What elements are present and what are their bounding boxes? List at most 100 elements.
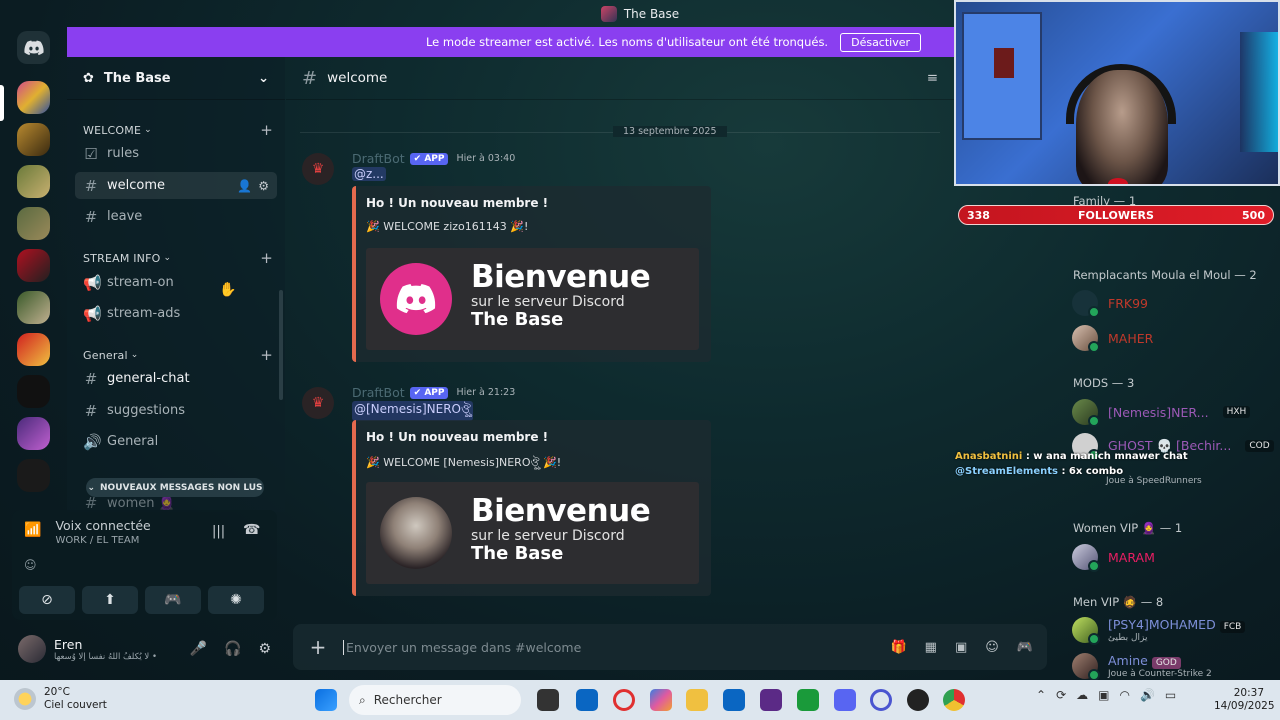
opera-icon[interactable] xyxy=(613,689,635,711)
server-icon[interactable] xyxy=(17,81,50,114)
disable-streamer-mode-button[interactable]: Désactiver xyxy=(840,32,922,52)
message-time: Hier à 03:40 xyxy=(456,153,516,164)
chevron-up-icon[interactable]: ⌃ xyxy=(1036,688,1046,702)
selected-server-pill xyxy=(0,85,4,121)
avatar[interactable] xyxy=(18,635,46,663)
channel-stream-ads[interactable]: 📢 stream-ads xyxy=(75,300,277,327)
file-explorer-icon[interactable] xyxy=(686,689,708,711)
welcome-image[interactable]: Bienvenue sur le serveur Discord The Bas… xyxy=(366,482,699,584)
weather-widget[interactable]: 20°C Ciel couvert xyxy=(14,686,107,712)
voice-channel[interactable]: WORK / EL TEAM xyxy=(55,535,150,546)
channel-suggestions[interactable]: # suggestions xyxy=(75,397,277,424)
discord-home-icon[interactable] xyxy=(17,31,50,64)
discord-icon[interactable] xyxy=(834,689,856,711)
mouse-cursor-icon: ✋ xyxy=(219,282,237,298)
start-menu-icon[interactable] xyxy=(315,689,337,711)
camera-off-button[interactable]: ⊘ xyxy=(19,586,75,614)
server-icon[interactable] xyxy=(17,459,50,492)
noise-suppression-icon[interactable]: ||| xyxy=(212,524,225,539)
channel-rules[interactable]: ☑ rules xyxy=(75,140,277,167)
category-general[interactable]: General ⌄ + xyxy=(83,346,273,364)
invite-icon[interactable]: 👤 xyxy=(237,179,252,193)
gear-icon[interactable]: ⚙ xyxy=(258,641,271,657)
sidebar-scrollbar[interactable] xyxy=(279,290,283,400)
opera-gx-icon[interactable] xyxy=(870,689,892,711)
copilot-icon[interactable] xyxy=(650,689,672,711)
wifi-icon[interactable]: ◠ xyxy=(1119,688,1129,702)
rules-icon: ☑ xyxy=(84,144,98,163)
taskbar-search[interactable]: ⌕ Rechercher xyxy=(349,685,521,715)
gift-icon[interactable]: 🎁 xyxy=(890,640,906,655)
server-icon[interactable] xyxy=(17,291,50,324)
server-icon[interactable] xyxy=(17,417,50,450)
channel-general-voice[interactable]: 🔊 General xyxy=(75,428,277,455)
server-icon[interactable] xyxy=(17,333,50,366)
obs-icon[interactable] xyxy=(907,689,929,711)
message-author[interactable]: DraftBot xyxy=(352,385,405,400)
bot-avatar[interactable]: ♛ xyxy=(302,387,334,419)
volume-icon[interactable]: 🔊 xyxy=(1140,688,1155,702)
chevron-down-icon: ⌄ xyxy=(130,350,139,360)
user-mention[interactable]: @[Nemesis]NERO⁠ঔৣ⁠ xyxy=(352,401,473,421)
sticker-icon[interactable]: ▣ xyxy=(955,640,967,655)
add-channel-icon[interactable]: + xyxy=(260,121,273,139)
sync-icon[interactable]: ⟳ xyxy=(1056,688,1066,702)
xbox-icon[interactable] xyxy=(797,689,819,711)
member-item[interactable]: [PSY4]MOHAMED FCB يزال بطيئ xyxy=(1072,614,1278,646)
channel-welcome[interactable]: # welcome 👤 ⚙ xyxy=(75,172,277,199)
server-icon[interactable] xyxy=(17,375,50,408)
screen-share-button[interactable]: ⬆ xyxy=(82,586,138,614)
message-input[interactable]: Envoyer un message dans #welcome xyxy=(343,639,581,655)
gif-icon[interactable]: ▦ xyxy=(925,640,937,655)
chrome-icon[interactable] xyxy=(943,689,965,711)
bot-avatar[interactable]: ♛ xyxy=(302,153,334,185)
battery-icon[interactable]: ▭ xyxy=(1165,688,1176,702)
followers-goal-bar: 338 FOLLOWERS 500 xyxy=(958,205,1274,225)
signal-icon[interactable]: 📶 xyxy=(24,522,41,538)
add-channel-icon[interactable]: + xyxy=(260,249,273,267)
category-welcome[interactable]: WELCOME ⌄ + xyxy=(83,121,273,139)
server-icon[interactable] xyxy=(17,123,50,156)
channel-stream-on[interactable]: 📢 stream-on xyxy=(75,269,277,296)
member-item[interactable]: FRK99 xyxy=(1072,287,1278,319)
cloud-icon[interactable]: ☁ xyxy=(1076,688,1088,702)
soundboard-button[interactable]: ✺ xyxy=(208,586,264,614)
member-tag: HXH xyxy=(1222,406,1251,418)
channel-general-chat[interactable]: # general-chat xyxy=(75,365,277,392)
server-icon[interactable] xyxy=(17,207,50,240)
member-item[interactable]: [Nemesis]NER... HXH xyxy=(1072,396,1278,428)
new-unread-messages-button[interactable]: ⌄ NOUVEAUX MESSAGES NON LUS xyxy=(86,478,264,497)
chat-text: : w ana manich mnawer chat xyxy=(1025,451,1188,462)
message-composer: + Envoyer un message dans #welcome 🎁 ▦ ▣… xyxy=(293,624,1047,670)
server-icon[interactable] xyxy=(17,249,50,282)
disconnect-icon[interactable]: ☎ xyxy=(243,522,260,538)
channel-label: rules xyxy=(107,146,139,161)
threads-icon[interactable]: ≡ xyxy=(927,70,938,86)
apps-icon[interactable]: 🎮 xyxy=(1017,640,1033,655)
gear-icon[interactable]: ⚙ xyxy=(258,179,269,193)
activity-icon[interactable]: ☺ xyxy=(24,558,37,572)
task-view-icon[interactable] xyxy=(537,689,559,711)
channel-leave[interactable]: # leave xyxy=(75,203,277,230)
member-item[interactable]: MAHER xyxy=(1072,322,1278,354)
server-icon[interactable] xyxy=(17,165,50,198)
message-author[interactable]: DraftBot xyxy=(352,151,405,166)
member-item[interactable]: Amine GOD Joue à Counter-Strike 2 xyxy=(1072,650,1278,682)
photos-icon[interactable] xyxy=(576,689,598,711)
activities-button[interactable]: 🎮 xyxy=(145,586,201,614)
store-icon[interactable] xyxy=(723,689,745,711)
clock[interactable]: 20:37 14/09/2025 xyxy=(1214,687,1275,713)
add-channel-icon[interactable]: + xyxy=(260,346,273,364)
user-mention[interactable]: @z... xyxy=(352,167,386,181)
category-stream-info[interactable]: STREAM INFO ⌄ + xyxy=(83,249,273,267)
server-header[interactable]: ✿ The Base ⌄ xyxy=(67,57,285,100)
system-tray: ⌃ ⟳ ☁ ▣ ◠ 🔊 ▭ xyxy=(1036,688,1176,702)
headphones-icon[interactable]: 🎧 xyxy=(224,641,241,657)
microphone-icon[interactable]: 🎤 xyxy=(190,641,207,657)
app-icon[interactable] xyxy=(760,689,782,711)
attach-plus-icon[interactable]: + xyxy=(307,635,329,659)
welcome-image[interactable]: Bienvenue sur le serveur Discord The Bas… xyxy=(366,248,699,350)
app-tray-icon[interactable]: ▣ xyxy=(1098,688,1109,702)
member-item[interactable]: MARAM xyxy=(1072,541,1278,573)
emoji-icon[interactable]: ☺ xyxy=(985,640,999,655)
